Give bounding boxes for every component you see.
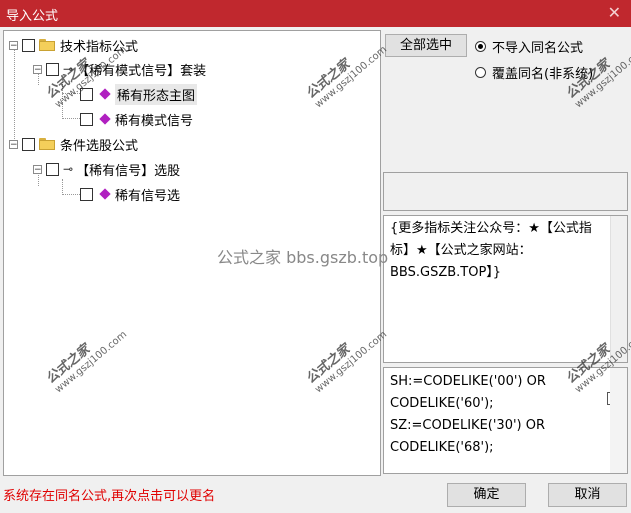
scrollbar[interactable] bbox=[610, 216, 627, 362]
checkbox[interactable] bbox=[22, 137, 35, 151]
code-box: SH:=CODELIKE('00') OR CODELIKE('60'); SZ… bbox=[383, 367, 628, 474]
select-all-button[interactable]: 全部选中 bbox=[385, 34, 467, 57]
radio-button[interactable] bbox=[475, 41, 486, 52]
folder-icon bbox=[39, 138, 55, 150]
tree-item-label[interactable]: 稀有信号选 bbox=[115, 185, 180, 204]
window-title: 导入公式 bbox=[6, 9, 59, 24]
tree-node-label[interactable]: 【稀有信号】选股 bbox=[76, 160, 180, 179]
formula-tree: − 技术指标公式 − ⊸ 【稀有模式信号】套装 稀有形态主图 稀有模式信号 − … bbox=[3, 30, 381, 476]
tree-node-stock-selection: − 条件选股公式 bbox=[9, 133, 138, 155]
key-icon: ⊸ bbox=[63, 162, 74, 176]
description-text: {更多指标关注公众号：★【公式指标】★【公式之家网站：BBS.GSZB.TOP】… bbox=[390, 221, 592, 280]
scrollbar[interactable] bbox=[610, 368, 627, 473]
tree-item: 稀有模式信号 bbox=[78, 108, 193, 130]
key-icon: ⊸ bbox=[63, 62, 74, 76]
collapse-toggle[interactable]: − bbox=[33, 64, 42, 74]
tree-line bbox=[62, 179, 63, 195]
formula-icon bbox=[99, 188, 111, 200]
checkbox[interactable] bbox=[80, 112, 93, 126]
checkbox[interactable] bbox=[22, 38, 35, 52]
tree-item-label[interactable]: 稀有模式信号 bbox=[115, 110, 193, 129]
tree-node-label[interactable]: 条件选股公式 bbox=[60, 135, 138, 154]
tree-item-label[interactable]: 稀有形态主图 bbox=[115, 83, 198, 105]
description-box: {更多指标关注公众号：★【公式指标】★【公式之家网站：BBS.GSZB.TOP】… bbox=[383, 215, 628, 363]
collapse-toggle[interactable]: − bbox=[9, 40, 18, 50]
formula-icon bbox=[99, 88, 111, 100]
tree-node-label[interactable]: 技术指标公式 bbox=[60, 36, 138, 55]
title-bar: 导入公式 ✕ bbox=[0, 0, 631, 27]
tree-line bbox=[62, 79, 63, 119]
radio-label[interactable]: 不导入同名公式 bbox=[492, 37, 583, 56]
tree-line bbox=[14, 45, 15, 145]
ok-button[interactable]: 确定 bbox=[447, 483, 526, 507]
radio-skip-duplicates[interactable]: 不导入同名公式 bbox=[475, 37, 583, 56]
radio-button[interactable] bbox=[475, 67, 486, 78]
empty-info-box bbox=[383, 172, 628, 211]
code-text: SH:=CODELIKE('00') OR CODELIKE('60'); SZ… bbox=[390, 374, 546, 455]
collapse-toggle[interactable]: − bbox=[9, 139, 18, 149]
tree-node-tech-indicators: − 技术指标公式 bbox=[9, 34, 138, 56]
close-icon[interactable]: ✕ bbox=[608, 3, 621, 22]
tree-item: 稀有形态主图 bbox=[78, 83, 198, 105]
radio-overwrite[interactable]: 覆盖同名(非系统) bbox=[475, 63, 593, 82]
checkbox[interactable] bbox=[46, 162, 59, 176]
checkbox[interactable] bbox=[80, 87, 93, 101]
radio-label[interactable]: 覆盖同名(非系统) bbox=[492, 63, 593, 82]
status-message: 系统存在同名公式,再次点击可以更名 bbox=[3, 489, 216, 504]
checkbox[interactable] bbox=[46, 62, 59, 76]
formula-icon bbox=[99, 113, 111, 125]
tree-item: 稀有信号选 bbox=[78, 183, 180, 205]
checkbox[interactable] bbox=[80, 187, 93, 201]
collapse-toggle[interactable]: − bbox=[33, 164, 42, 174]
folder-icon bbox=[39, 39, 55, 51]
tree-node-suite: − ⊸ 【稀有模式信号】套装 bbox=[33, 58, 206, 80]
tree-node-signal-selection: − ⊸ 【稀有信号】选股 bbox=[33, 158, 180, 180]
tree-node-label[interactable]: 【稀有模式信号】套装 bbox=[76, 60, 206, 79]
cancel-button[interactable]: 取消 bbox=[548, 483, 627, 507]
